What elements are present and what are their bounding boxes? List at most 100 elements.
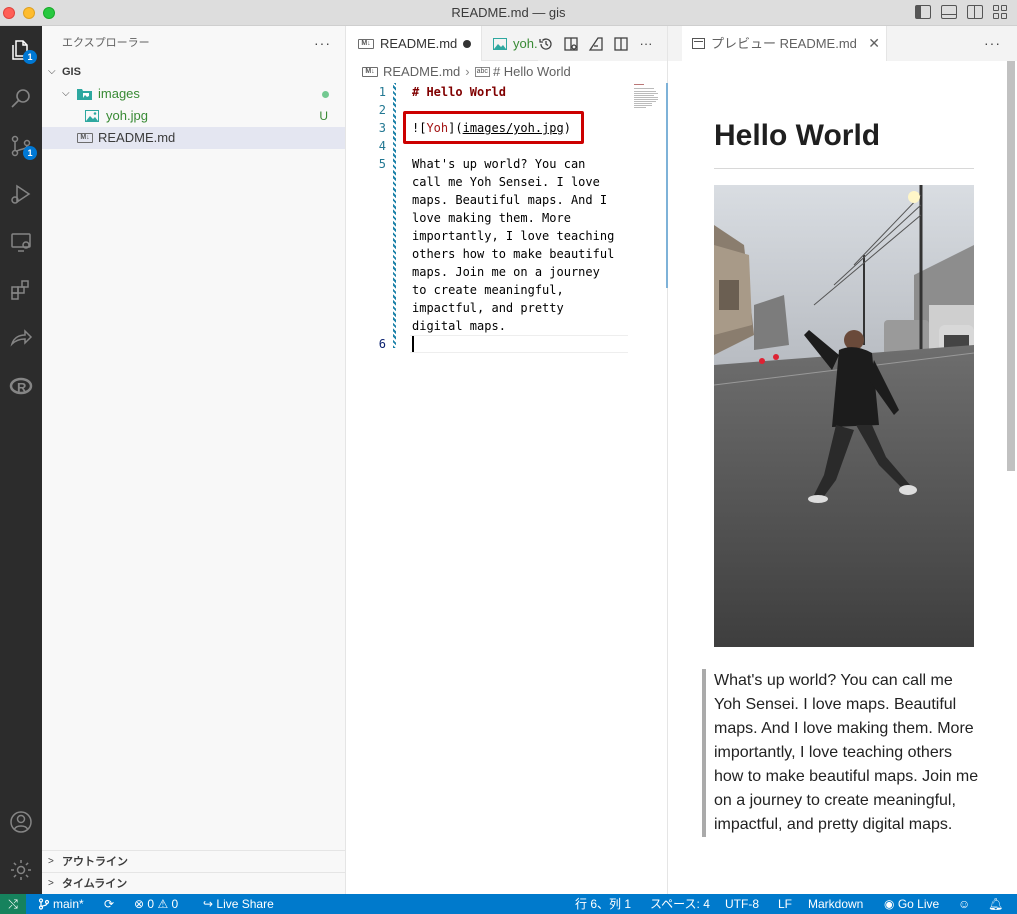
timeline-section-header[interactable]: > タイムライン bbox=[42, 872, 345, 894]
chevron-right-icon: › bbox=[465, 64, 470, 79]
timeline-label: タイムライン bbox=[62, 878, 128, 890]
string-symbol-icon: abc bbox=[474, 66, 490, 77]
account-icon[interactable] bbox=[7, 808, 35, 836]
git-branch-icon bbox=[38, 898, 50, 910]
preview-tab-label: プレビュー README.md bbox=[711, 36, 857, 51]
tab-label: README.md bbox=[380, 36, 458, 51]
remote-explorer-icon[interactable] bbox=[7, 228, 35, 256]
problems-indicator[interactable]: ⊗ 0 ⚠ 0 bbox=[134, 894, 178, 914]
broadcast-icon: ◉ bbox=[884, 897, 895, 911]
tab-preview-readme[interactable]: プレビュー README.md ✕ bbox=[682, 26, 887, 61]
files-icon[interactable]: 1 bbox=[7, 36, 37, 64]
line-number: 4 bbox=[378, 139, 386, 153]
markdown-file-icon: M↓ bbox=[362, 66, 378, 77]
tree-item-yoh-jpg[interactable]: yoh.jpg U bbox=[42, 105, 345, 127]
live-share-icon: ↪ bbox=[203, 897, 214, 911]
preview-icon bbox=[692, 38, 705, 50]
tree-item-label: README.md bbox=[98, 130, 176, 145]
breadcrumb-symbol[interactable]: # Hello World bbox=[493, 64, 571, 79]
live-share-label: Live Share bbox=[216, 897, 274, 911]
search-icon[interactable] bbox=[7, 84, 35, 112]
open-preview-to-side-icon[interactable] bbox=[563, 36, 579, 52]
settings-gear-icon[interactable] bbox=[7, 856, 35, 884]
toggle-secondary-sidebar-icon[interactable] bbox=[967, 5, 983, 19]
branch-label: main* bbox=[53, 897, 84, 911]
image-folder-icon bbox=[77, 89, 92, 100]
live-share-button[interactable]: ↪ Live Share bbox=[203, 894, 274, 914]
cursor-position[interactable]: 行 6、列 1 bbox=[575, 894, 631, 914]
tab-label: yoh. bbox=[513, 36, 538, 51]
tab-readme-md[interactable]: M↓ README.md bbox=[346, 26, 482, 61]
unsaved-dot-icon[interactable] bbox=[463, 40, 471, 48]
chevron-down-icon: ⌵ bbox=[48, 66, 56, 77]
code-line-wrapped: maps. Beautiful maps. And I bbox=[412, 193, 608, 207]
breadcrumb-file[interactable]: README.md bbox=[383, 64, 460, 79]
chevron-right-icon: > bbox=[48, 878, 54, 889]
tree-item-readme-md[interactable]: M↓ README.md bbox=[42, 127, 345, 149]
more-actions-icon[interactable]: ··· bbox=[314, 26, 331, 61]
split-editor-icon[interactable] bbox=[613, 36, 629, 52]
explorer-badge: 1 bbox=[23, 50, 37, 64]
go-live-label: Go Live bbox=[897, 897, 940, 911]
preview-blockquote: What's up world? You can call me Yoh Sen… bbox=[702, 669, 982, 837]
code-line-wrapped: importantly, I love teaching bbox=[412, 229, 615, 243]
preview-heading: Hello World bbox=[714, 119, 881, 152]
outline-section-header[interactable]: > アウトライン bbox=[42, 850, 345, 872]
more-actions-icon[interactable]: ··· bbox=[984, 26, 1001, 61]
title-bar: README.md — gis bbox=[0, 0, 1017, 26]
chevron-right-icon: > bbox=[48, 856, 54, 867]
preview-tab-bar: プレビュー README.md ✕ ··· bbox=[668, 26, 1017, 61]
source-control-icon[interactable]: 1 bbox=[7, 132, 37, 160]
language-mode[interactable]: Markdown bbox=[808, 894, 863, 914]
scm-badge: 1 bbox=[23, 146, 37, 160]
image-file-icon bbox=[85, 110, 99, 122]
tab-yoh-jpg[interactable]: yoh. bbox=[483, 26, 538, 61]
editor-group: M↓ README.md yoh. ··· M↓ README.md › abc # He… bbox=[346, 26, 682, 894]
toggle-primary-sidebar-icon[interactable] bbox=[915, 5, 931, 19]
extensions-icon[interactable] bbox=[7, 276, 35, 304]
code-line-wrapped: to create meaningful, bbox=[412, 283, 564, 297]
line-number: 6 bbox=[378, 337, 386, 351]
toggle-panel-icon[interactable] bbox=[941, 5, 957, 19]
live-share-icon[interactable] bbox=[7, 324, 35, 352]
end-of-line[interactable]: LF bbox=[778, 894, 792, 914]
minimap[interactable] bbox=[632, 83, 666, 113]
notifications-bell-icon[interactable]: 🔔︎ bbox=[988, 894, 1003, 914]
line-number: 5 bbox=[378, 157, 386, 171]
encoding[interactable]: UTF-8 bbox=[725, 894, 759, 914]
r-icon[interactable]: R bbox=[7, 372, 35, 400]
code-line-wrapped: digital maps. bbox=[412, 319, 506, 333]
error-count: 0 bbox=[147, 897, 155, 911]
more-actions-icon[interactable]: ··· bbox=[638, 36, 654, 52]
text-cursor bbox=[412, 336, 414, 352]
code-line-wrapped: love making them. More bbox=[412, 211, 571, 225]
image-file-icon bbox=[493, 37, 507, 50]
close-icon[interactable]: ✕ bbox=[868, 26, 880, 61]
feedback-icon[interactable]: ☺ bbox=[958, 894, 970, 914]
warning-count: 0 bbox=[171, 897, 179, 911]
code-line-wrapped: What's up world? You can bbox=[412, 157, 586, 171]
error-icon: ⊗ bbox=[134, 897, 145, 911]
customize-layout-icon[interactable] bbox=[993, 5, 1009, 19]
run-debug-icon[interactable] bbox=[7, 180, 35, 208]
tree-root-gis[interactable]: ⌵ GIS bbox=[42, 61, 345, 83]
editor-actions: ··· bbox=[538, 26, 667, 61]
line-number: 2 bbox=[378, 103, 386, 117]
go-live-button[interactable]: ◉ Go Live bbox=[884, 894, 939, 914]
remote-indicator-icon[interactable]: ⤭ bbox=[0, 894, 26, 914]
indentation[interactable]: スペース: 4 bbox=[650, 894, 710, 914]
explorer-sidebar: エクスプローラー ··· ⌵ GIS ⌵ images yoh.jpg U M↓… bbox=[42, 26, 346, 894]
warning-icon: ⚠ bbox=[157, 897, 169, 911]
show-changes-icon[interactable] bbox=[588, 36, 604, 52]
sync-icon[interactable]: ⟳ bbox=[104, 894, 114, 914]
code-editor[interactable]: 1 2 3 4 5 6 # Hello World ![Yoh](images/… bbox=[346, 83, 682, 894]
highlight-annotation-box bbox=[403, 111, 584, 144]
markdown-preview-group: プレビュー README.md ✕ ··· Hello World What's… bbox=[668, 26, 1017, 894]
workspace-root-label: GIS bbox=[62, 66, 81, 78]
branch-indicator[interactable]: main* bbox=[38, 894, 84, 914]
current-line-highlight bbox=[410, 335, 628, 353]
preview-scrollbar[interactable] bbox=[1007, 61, 1015, 471]
markdown-file-icon: M↓ bbox=[358, 38, 374, 49]
tree-item-images-folder[interactable]: ⌵ images bbox=[42, 83, 345, 105]
open-timeline-icon[interactable] bbox=[538, 36, 554, 52]
